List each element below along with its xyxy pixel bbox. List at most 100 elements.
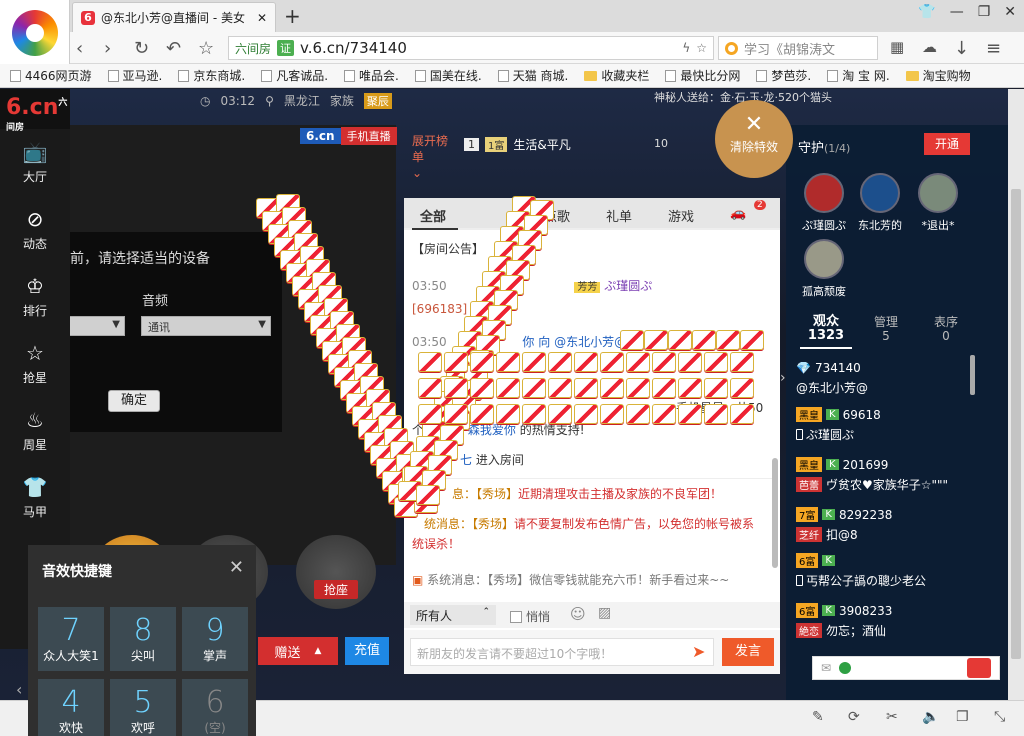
undo-icon[interactable]: ↶	[166, 38, 181, 59]
tab-all[interactable]: 全部	[420, 206, 446, 225]
page-scrollbar[interactable]	[1008, 89, 1024, 700]
bookmark-item[interactable]: 最快比分网	[661, 67, 744, 84]
bookmark-item[interactable]: 淘宝购物	[902, 67, 975, 84]
cloud-icon[interactable]: ☁	[922, 38, 937, 56]
zoom-icon[interactable]: ⤡	[994, 709, 1005, 725]
close-window-button[interactable]: ✕	[1004, 4, 1016, 20]
bookmark-item[interactable]: 天猫 商城.	[494, 67, 573, 84]
tab-gift-list[interactable]: 礼单	[606, 206, 632, 225]
volume-icon[interactable]: 🔈	[922, 709, 939, 725]
chat-user[interactable]: 七	[460, 453, 472, 467]
guard-member[interactable]: *退出*	[908, 173, 968, 233]
audience-item[interactable]: 6富 K 3908233 絶恋 勿忘；酒仙	[796, 603, 976, 639]
forward-icon[interactable]: ›	[104, 38, 111, 59]
browser-tab[interactable]: 6 @东北小芳@直播间 - 美女 ✕	[72, 2, 276, 32]
chat-user[interactable]: ぷ瑾圆ぷ	[604, 279, 652, 293]
bookmark-item[interactable]: 国美在线.	[411, 67, 486, 84]
audience-item[interactable]: 💎 734140 @东北小芳@	[796, 361, 976, 396]
tab-viewers[interactable]: 观众 1323	[796, 315, 856, 343]
bookmark-star-icon[interactable]: ☆	[696, 41, 707, 55]
image-icon[interactable]: ▨	[598, 605, 611, 621]
bookmark-item[interactable]: 收藏夹栏	[580, 67, 653, 84]
chevron-right-icon[interactable]: ›	[780, 370, 786, 386]
sidebar-item[interactable]: 👕 马甲	[0, 464, 70, 531]
confirm-button[interactable]: 确定	[108, 390, 160, 412]
send-button[interactable]: 发言	[722, 638, 774, 666]
audience-item[interactable]: 6富 K 丐帮公子譌の聰少老公	[796, 553, 976, 589]
room-announcement[interactable]: 【房间公告】	[412, 240, 484, 257]
cert-badge[interactable]: 证	[277, 40, 295, 56]
send-arrow-icon[interactable]: ➤	[692, 642, 705, 661]
sfx-key[interactable]: 9 掌声	[182, 607, 248, 671]
whisper-checkbox[interactable]: 悄悄	[510, 608, 550, 625]
clear-effects-button[interactable]: ✕ 清除特效	[715, 100, 793, 178]
audience-item[interactable]: 黑皇 K 69618 ぷ瑾圆ぷ	[796, 407, 976, 443]
chat-input[interactable]: 新朋友的发言请不要超过10个字哦！	[410, 638, 714, 666]
checkbox-box[interactable]	[510, 610, 522, 623]
search-input[interactable]: 学习《胡锦涛文	[744, 39, 835, 58]
bookmark-item[interactable]: 4466网页游	[6, 67, 96, 84]
open-guard-button[interactable]: 开通	[924, 133, 970, 155]
recharge-button[interactable]: 充值	[345, 637, 389, 665]
chat-target-user[interactable]: @东北小芳@	[554, 335, 626, 349]
tab-sort[interactable]: 表序 0	[916, 315, 976, 343]
bookmark-item[interactable]: 梦芭莎.	[752, 67, 815, 84]
chat-bubble-button[interactable]	[967, 658, 991, 678]
download-icon[interactable]: ↓	[954, 38, 969, 59]
bookmark-item[interactable]: 凡客诚品.	[257, 67, 332, 84]
bookmark-item[interactable]: 京东商城.	[174, 67, 249, 84]
back-icon[interactable]: ‹	[76, 38, 83, 59]
guard-member[interactable]: 东北芳的	[850, 173, 910, 233]
audience-item[interactable]: 7富 K 8292238 芝纤 扣@8	[796, 507, 976, 543]
pin-icon[interactable]: ✎	[812, 709, 824, 725]
rotate-icon[interactable]: ⟳	[848, 709, 860, 725]
audio-device-select[interactable]: 通讯	[141, 316, 271, 336]
site-logo[interactable]: 6.cn六间房	[0, 89, 70, 133]
search-box[interactable]: 学习《胡锦涛文	[718, 36, 878, 60]
chat-scrollbar[interactable]	[772, 458, 778, 568]
recipient-select[interactable]: 所有人 ⌃	[410, 605, 496, 625]
window-icon[interactable]: ❐	[956, 709, 969, 725]
user-name[interactable]: ヴ贫农♥家族华子☆"""	[826, 476, 948, 493]
gift-send-button[interactable]: 赠送 ▲	[258, 637, 338, 665]
maximize-button[interactable]: ❐	[978, 4, 991, 20]
user-name[interactable]: 勿忘；酒仙	[826, 622, 886, 639]
tab-games[interactable]: 游戏	[668, 206, 694, 225]
chevron-left-icon[interactable]: ‹	[16, 680, 22, 699]
expand-rank-button[interactable]: 展开榜单 ⌄	[412, 133, 448, 181]
emoji-icon[interactable]: ☺	[570, 605, 586, 623]
minimize-button[interactable]: —	[950, 4, 964, 20]
sfx-key[interactable]: 5 欢呼	[110, 679, 176, 736]
sidebar-item[interactable]: ♔ 排行	[0, 263, 70, 330]
sfx-close-button[interactable]: ✕	[229, 557, 244, 578]
bookmark-item[interactable]: 唯品会.	[340, 67, 403, 84]
menu-icon[interactable]: ≡	[986, 38, 1001, 59]
sfx-key[interactable]: 4 欢快	[38, 679, 104, 736]
user-name[interactable]: ぷ瑾圆ぷ	[806, 426, 854, 443]
sidebar-item[interactable]: ☆ 抢星	[0, 330, 70, 397]
guard-member[interactable]: 孤高颓废	[794, 239, 854, 299]
scissors-icon[interactable]: ✂	[886, 709, 898, 725]
tab-close-button[interactable]: ✕	[257, 11, 267, 25]
url-text[interactable]: v.6.cn/734140	[300, 39, 676, 57]
flash-icon[interactable]: ϟ	[682, 41, 690, 55]
sfx-key[interactable]: 8 尖叫	[110, 607, 176, 671]
address-bar[interactable]: 六间房 证 v.6.cn/734140 ϟ ☆	[228, 36, 714, 60]
family-badge[interactable]: 聚辰	[363, 92, 392, 109]
scrollbar-thumb[interactable]	[1011, 189, 1021, 659]
bookmark-item[interactable]: 淘 宝 网.	[823, 67, 893, 84]
apps-grid-icon[interactable]: ▦	[890, 38, 904, 56]
shirt-icon[interactable]: 👕	[918, 4, 935, 20]
audience-item[interactable]: 黑皇 K 201699 芭蕾 ヴ贫农♥家族华子☆"""	[796, 457, 976, 493]
user-name[interactable]: 丐帮公子譌の聰少老公	[806, 572, 926, 589]
browser-logo[interactable]	[0, 0, 70, 64]
user-name[interactable]: 扣@8	[826, 526, 858, 543]
new-tab-button[interactable]: +	[284, 4, 301, 28]
seat-3[interactable]: 抢座	[296, 535, 376, 609]
reload-icon[interactable]: ↻	[134, 38, 149, 59]
guard-member[interactable]: ぷ瑾圆ぷ	[794, 173, 854, 233]
bookmark-item[interactable]: 亚马逊.	[104, 67, 167, 84]
star-icon[interactable]: ☆	[198, 38, 214, 59]
chat-user[interactable]: 森我爱你	[468, 423, 516, 437]
caret-up-icon[interactable]: ▲	[315, 646, 322, 656]
